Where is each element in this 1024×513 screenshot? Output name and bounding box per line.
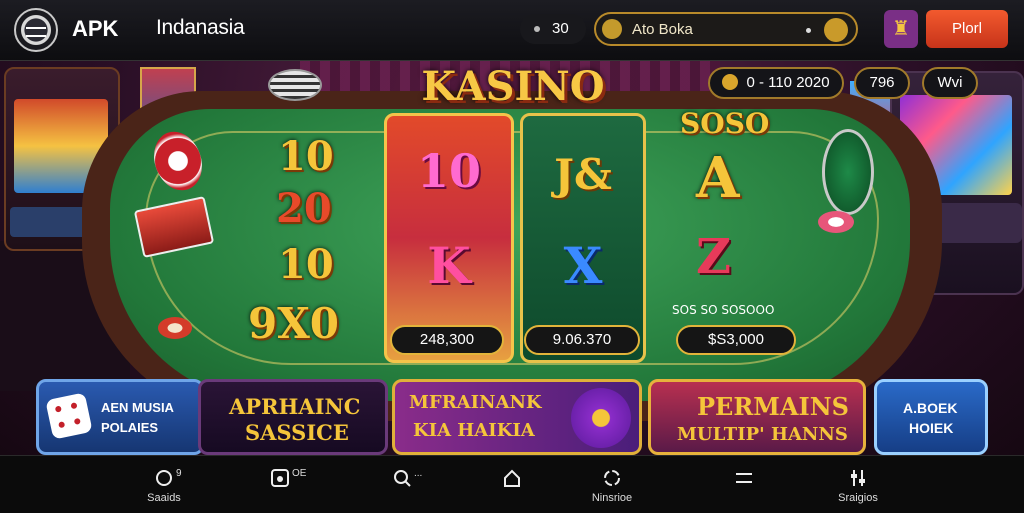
small-chip-icon <box>158 317 192 339</box>
coin-dot-icon <box>534 26 540 32</box>
reel-2-middle: X <box>563 236 603 295</box>
search-icon <box>394 470 411 487</box>
reel-1-top: 10 <box>416 144 481 198</box>
tile-5-line2: HOIEK <box>909 420 954 436</box>
menu-icon <box>736 473 752 483</box>
refresh-icon <box>604 470 620 486</box>
dice-icon <box>45 392 93 440</box>
nav-item-3-sub: ... <box>414 468 423 479</box>
left-number-1: 10 <box>278 133 334 180</box>
tile-2-line2: SASSICE <box>245 420 349 445</box>
chip-stack-icon <box>268 69 322 101</box>
tile-1-line1: AEN MUSIA <box>101 400 174 415</box>
nav-item-settings-label: Sraigios <box>838 492 878 504</box>
lion-icon <box>602 19 622 39</box>
kasino-title: KASINO <box>421 63 605 110</box>
app-title: APK <box>72 16 119 41</box>
dot-icon <box>806 28 811 33</box>
nav-item-5[interactable]: Ninsrioe <box>572 456 652 513</box>
tile-3-line2: KIA HAIKIA <box>413 420 535 441</box>
right-letter-a: A <box>696 145 740 211</box>
crown-button[interactable]: ♜ <box>884 10 918 48</box>
nav-item-home[interactable] <box>472 456 552 513</box>
badge-wins[interactable]: Wvi <box>922 67 978 99</box>
casino-scene: KASINO 0 - 110 2020 796 Wvi 10 20 10 9X0… <box>0 61 1024 455</box>
bottom-nav: 9 Saaids OE ... Ninsrioe Sraigios <box>0 455 1024 513</box>
apk-logo-icon[interactable] <box>14 8 58 52</box>
nav-item-settings[interactable]: Sraigios <box>818 456 898 513</box>
tile-4-line1: PERMAINS <box>697 392 849 421</box>
nav-item-3[interactable]: ... <box>362 456 442 513</box>
home-icon <box>504 469 520 487</box>
coin-icon <box>722 74 739 90</box>
right-amount[interactable]: $S3,000 <box>676 325 796 355</box>
right-letter-z: Z <box>696 229 732 285</box>
search-bar[interactable]: Ato Boka <box>594 12 858 46</box>
gamepad-icon <box>156 470 172 486</box>
nav-item-1[interactable]: 9 Saaids <box>124 456 204 513</box>
nav-item-2[interactable]: OE <box>240 456 320 513</box>
reel-2-amount[interactable]: 9.06.370 <box>524 325 640 355</box>
game-tile-1[interactable]: AEN MUSIA POLAIES <box>36 379 204 455</box>
roulette-icon <box>571 388 631 448</box>
tile-4-line2: MULTIP' HANNS <box>677 424 848 445</box>
right-title: SOSO <box>680 107 770 140</box>
balance-badge[interactable]: 0 - 110 2020 <box>708 67 844 99</box>
nav-item-6[interactable] <box>704 456 784 513</box>
gold-coin-icon[interactable] <box>824 18 848 42</box>
left-number-3: 10 <box>278 241 334 288</box>
left-number-2: 20 <box>276 185 332 232</box>
green-chip-icon <box>822 129 874 215</box>
reel-1-middle: K <box>427 236 471 295</box>
tile-5-line1: A.BOEK <box>903 400 958 416</box>
right-caption: SOS SO SOSOOO <box>672 303 775 317</box>
nav-item-1-label: Saaids <box>147 492 181 504</box>
balance-text: 0 - 110 2020 <box>746 74 830 91</box>
reel-2-top: J& <box>554 150 612 199</box>
nav-item-1-sub: 9 <box>176 468 182 479</box>
coin-counter[interactable]: 30 <box>520 14 586 44</box>
game-tile-3[interactable]: MFRAINANK KIA HAIKIA <box>392 379 642 455</box>
badge-796[interactable]: 796 <box>854 67 910 99</box>
play-button[interactable]: Plorl <box>926 10 1008 48</box>
nav-item-2-sub: OE <box>292 468 307 479</box>
search-text: Ato Boka <box>632 21 693 38</box>
game-tile-5[interactable]: A.BOEK HOIEK <box>874 379 988 455</box>
pink-chip-icon <box>818 211 854 233</box>
reel-1-amount[interactable]: 248,300 <box>390 325 504 355</box>
game-tile-4[interactable]: PERMAINS MULTIP' HANNS <box>648 379 866 455</box>
tile-3-line1: MFRAINANK <box>409 392 542 413</box>
top-bar: APK Indanasia 30 Ato Boka ♜ Plorl <box>0 0 1024 61</box>
tile-1-line2: POLAIES <box>101 420 159 435</box>
tile-2-line1: APRHAINC <box>229 394 361 419</box>
crown-icon: ♜ <box>892 18 910 40</box>
coin-count: 30 <box>552 20 569 37</box>
settings-icon <box>851 470 865 486</box>
wallet-icon <box>271 469 289 487</box>
left-bottom-symbol: 9X0 <box>248 299 340 348</box>
nav-item-5-label: Ninsrioe <box>591 492 633 504</box>
region-label: Indanasia <box>156 16 245 39</box>
game-tile-2[interactable]: APRHAINC SASSICE <box>198 379 388 455</box>
